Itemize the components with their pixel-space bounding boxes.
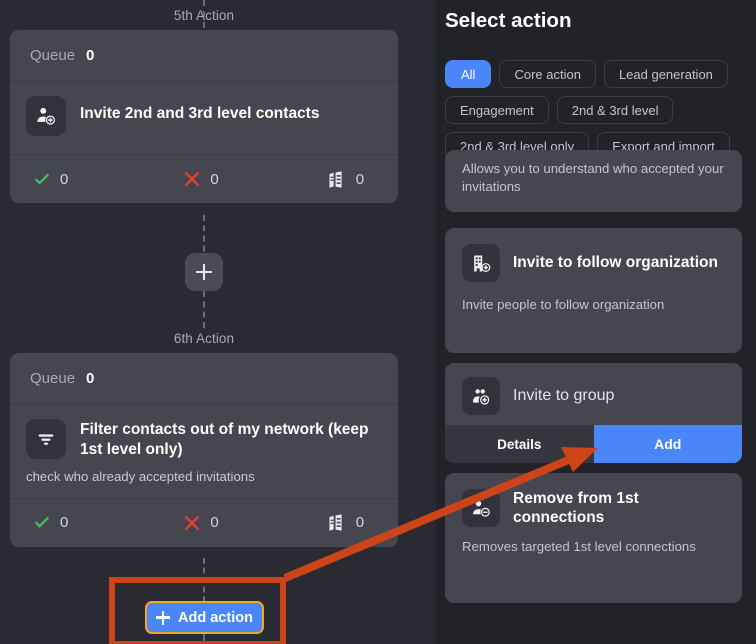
queued-cards-icon bbox=[329, 514, 342, 531]
action-option-card-invite-to-group[interactable]: Invite to group Details Add bbox=[445, 363, 742, 463]
cross-icon bbox=[184, 171, 200, 187]
step-label-5th: 5th Action bbox=[173, 8, 235, 23]
stat-success: 0 bbox=[32, 170, 68, 189]
connector-line bbox=[203, 634, 205, 644]
building-add-icon bbox=[462, 244, 500, 282]
stat-failed: 0 bbox=[183, 514, 219, 532]
stat-queued-value: 0 bbox=[355, 514, 365, 532]
action-card-6th[interactable]: Queue 0 Filter contacts out of my networ… bbox=[10, 353, 398, 547]
action-option-desc: Invite people to follow organization bbox=[462, 297, 665, 312]
app-root: 5th Action Queue 0 Invite 2nd and 3rd le… bbox=[0, 0, 756, 644]
filter-chip-all[interactable]: All bbox=[445, 60, 492, 88]
action-title: Filter contacts out of my network (keep … bbox=[80, 421, 369, 458]
stat-queued: 0 bbox=[327, 170, 364, 189]
add-step-button[interactable] bbox=[185, 253, 223, 291]
action-stats: 0 0 0 bbox=[10, 499, 398, 547]
check-icon bbox=[34, 516, 50, 528]
stat-failed: 0 bbox=[183, 170, 219, 188]
stat-success: 0 bbox=[32, 513, 68, 532]
person-remove-icon bbox=[462, 489, 500, 528]
queued-cards-icon bbox=[329, 170, 342, 188]
action-body: Invite 2nd and 3rd level contacts bbox=[10, 82, 398, 155]
stat-success-value: 0 bbox=[60, 170, 69, 188]
action-stats: 0 0 0 bbox=[10, 155, 398, 203]
queue-row: Queue 0 bbox=[10, 30, 398, 82]
action-option-desc: Allows you to understand who accepted yo… bbox=[462, 161, 724, 194]
queue-count: 0 bbox=[86, 370, 95, 387]
action-title: Invite 2nd and 3rd level contacts bbox=[80, 105, 320, 122]
action-option-desc: Removes targeted 1st level connections bbox=[462, 538, 696, 554]
filter-chip-2nd-3rd-level[interactable]: 2nd & 3rd level bbox=[556, 96, 674, 124]
action-option-card-partial[interactable]: Allows you to understand who accepted yo… bbox=[445, 150, 742, 212]
page-title: Select action bbox=[445, 9, 572, 32]
action-option-card-remove-from-1st-connections[interactable]: Remove from 1st connections Removes targ… bbox=[445, 473, 742, 603]
check-icon bbox=[34, 173, 50, 185]
filter-chip-lead-generation[interactable]: Lead generation bbox=[603, 60, 728, 88]
queue-label: Queue bbox=[30, 47, 76, 64]
details-button[interactable]: Details bbox=[445, 425, 594, 463]
step-label-6th: 6th Action bbox=[173, 331, 235, 346]
person-add-icon bbox=[26, 96, 66, 136]
select-action-panel: Select action All Core action Lead gener… bbox=[436, 0, 756, 644]
add-action-button[interactable]: Add action bbox=[145, 601, 264, 634]
queue-label: Queue bbox=[30, 370, 76, 387]
stat-failed-value: 0 bbox=[210, 170, 219, 188]
action-option-title: Invite to group bbox=[513, 387, 615, 404]
action-card-5th[interactable]: Queue 0 Invite 2nd and 3rd level contact… bbox=[10, 30, 398, 203]
queue-count: 0 bbox=[86, 47, 95, 64]
cross-icon bbox=[184, 515, 200, 531]
stat-queued: 0 bbox=[327, 513, 364, 532]
action-option-buttons: Details Add bbox=[445, 425, 742, 463]
add-button[interactable]: Add bbox=[593, 425, 742, 463]
filter-chip-engagement[interactable]: Engagement bbox=[445, 96, 549, 124]
action-option-card-invite-to-follow-organization[interactable]: Invite to follow organization Invite peo… bbox=[445, 228, 742, 353]
action-body: Filter contacts out of my network (keep … bbox=[10, 405, 398, 499]
action-option-title: Remove from 1st connections bbox=[513, 490, 639, 527]
connector-line bbox=[203, 291, 205, 328]
stat-failed-value: 0 bbox=[210, 514, 219, 532]
filter-icon bbox=[26, 419, 66, 459]
stat-queued-value: 0 bbox=[355, 170, 365, 188]
connector-line bbox=[203, 558, 205, 602]
plus-icon bbox=[156, 610, 171, 625]
queue-row: Queue 0 bbox=[10, 353, 398, 405]
stat-success-value: 0 bbox=[60, 514, 69, 532]
filter-chip-core-action[interactable]: Core action bbox=[499, 60, 596, 88]
group-add-icon bbox=[462, 377, 500, 415]
add-action-label: Add action bbox=[178, 609, 253, 626]
filter-chip-group: All Core action Lead generation Engageme… bbox=[445, 60, 756, 160]
action-subtitle: check who already accepted invitations bbox=[26, 468, 255, 484]
action-option-title: Invite to follow organization bbox=[513, 254, 718, 272]
workflow-canvas: 5th Action Queue 0 Invite 2nd and 3rd le… bbox=[0, 0, 436, 644]
